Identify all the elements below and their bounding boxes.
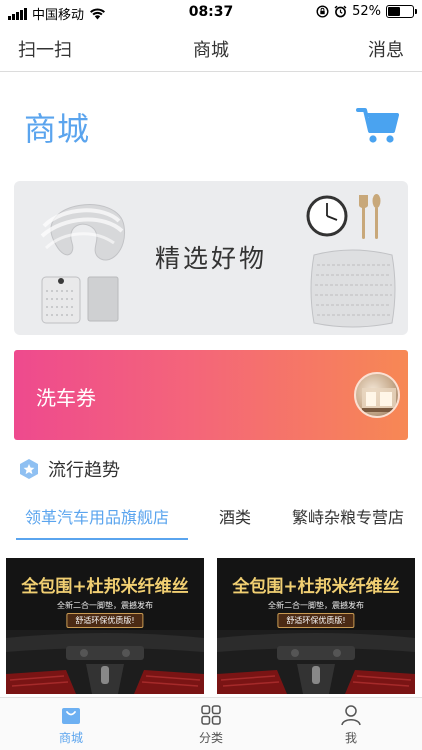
- product-subline: 全新二合一脚垫，震撼发布: [268, 601, 364, 610]
- grid-icon: [201, 705, 221, 725]
- coupon-thumbnail: [354, 372, 400, 418]
- tab-lingge-auto-store[interactable]: 领革汽车用品旗舰店: [25, 504, 169, 528]
- tabbar-label: 商城: [58, 731, 83, 745]
- car-interior-image: [6, 630, 204, 694]
- battery-icon: [386, 5, 417, 18]
- featured-banner[interactable]: 精选好物: [14, 181, 408, 335]
- person-icon: [341, 705, 361, 726]
- rotation-lock-icon: [316, 5, 329, 18]
- status-bar: 中国移动 08:37 52%: [0, 0, 422, 24]
- banner-title: 精选好物: [154, 244, 267, 273]
- battery-percent: 52%: [352, 4, 381, 19]
- product-tag: 舒适环保优质版!: [277, 613, 355, 628]
- nav-title: 商城: [193, 40, 229, 61]
- product-headline: 全包围+杜邦米纤维丝: [232, 577, 400, 597]
- active-tab-indicator: [16, 538, 188, 540]
- coupon-label: 洗车券: [36, 386, 96, 410]
- navigation-bar: 扫一扫 商城 消息: [0, 24, 422, 72]
- product-tag: 舒适环保优质版!: [66, 613, 144, 628]
- product-card[interactable]: 全包围+杜邦米纤维丝 全新二合一脚垫，震撼发布 舒适环保优质版!: [217, 558, 415, 694]
- tabbar-item-store[interactable]: 商城: [36, 704, 106, 746]
- store-tabs: 领革汽车用品旗舰店 酒类 繁峙杂粮专营店: [0, 498, 422, 542]
- cart-icon[interactable]: [356, 104, 400, 146]
- messages-button[interactable]: 消息: [368, 36, 404, 62]
- tabbar-item-category[interactable]: 分类: [176, 704, 246, 746]
- tabbar-label: 分类: [198, 731, 223, 745]
- tabbar-label: 我: [344, 731, 357, 745]
- product-card[interactable]: 全包围+杜邦米纤维丝 全新二合一脚垫，震撼发布 舒适环保优质版!: [6, 558, 204, 694]
- battery-fill: [388, 7, 401, 16]
- star-hexagon-icon: [20, 459, 38, 479]
- cloth-image: [87, 276, 119, 322]
- tab-liquor[interactable]: 酒类: [219, 504, 251, 528]
- utensils-image: [359, 194, 381, 239]
- product-subline: 全新二合一脚垫，震撼发布: [57, 601, 153, 610]
- alarm-icon: [334, 5, 347, 18]
- car-wash-coupon[interactable]: 洗车券: [14, 350, 408, 440]
- pouch-image: [41, 276, 81, 324]
- trend-section-header: 流行趋势: [18, 456, 120, 482]
- clock-image: [306, 195, 348, 237]
- tab-fanshi-grain-store[interactable]: 繁峙杂粮专营店: [292, 504, 404, 528]
- scan-button[interactable]: 扫一扫: [18, 36, 72, 62]
- status-right: 52%: [316, 4, 417, 19]
- bag-icon: [62, 708, 80, 724]
- bottom-tab-bar: 商城 分类 我: [0, 697, 422, 750]
- tabbar-item-me[interactable]: 我: [316, 704, 386, 746]
- page-title: 商城: [24, 110, 91, 148]
- car-interior-image: [217, 630, 415, 694]
- product-headline: 全包围+杜邦米纤维丝: [21, 577, 189, 597]
- trend-label: 流行趋势: [48, 460, 120, 481]
